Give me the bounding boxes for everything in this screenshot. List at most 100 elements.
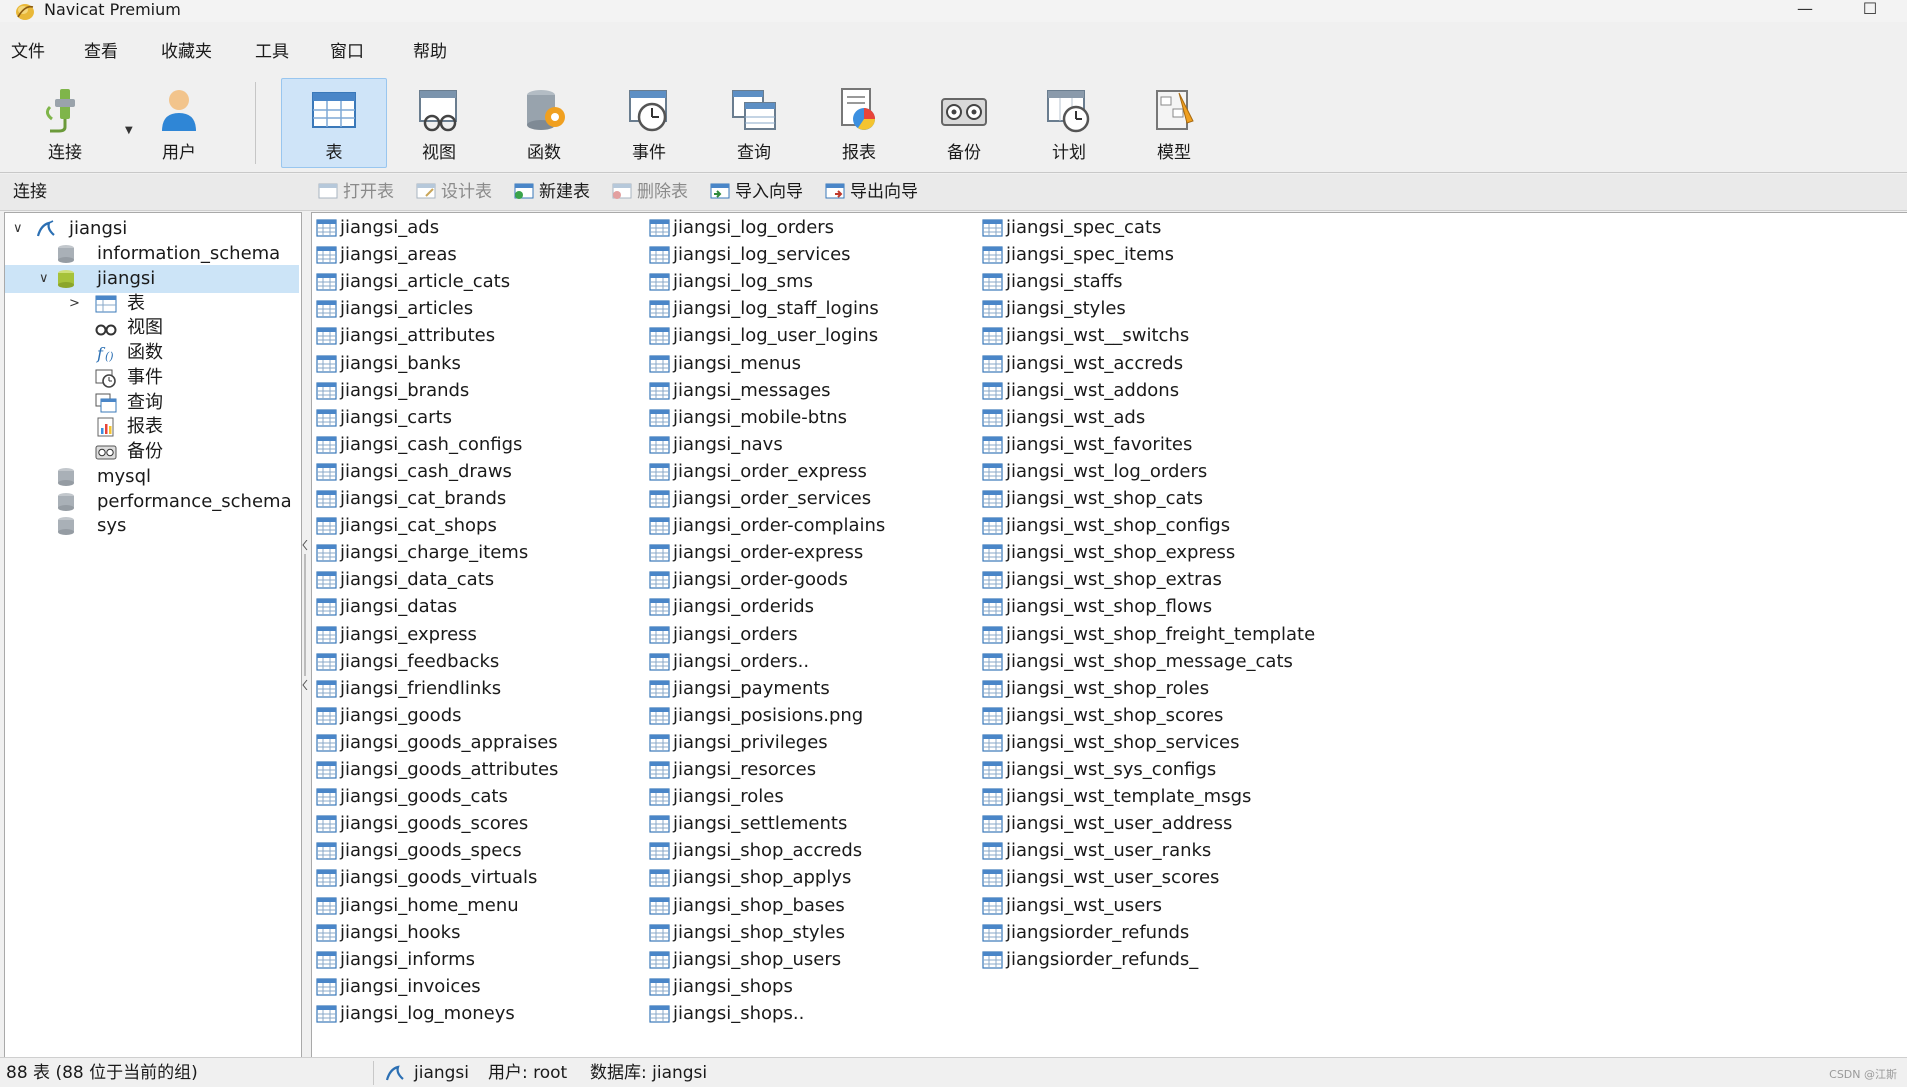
table-icon — [982, 463, 1003, 481]
table-name: jiangsi_cash_draws — [340, 460, 512, 482]
table-icon — [316, 734, 337, 752]
export-wizard-button[interactable]: 导出向导 — [825, 181, 918, 203]
schedule-icon — [1047, 90, 1090, 133]
tree-node-backups[interactable]: 备份 — [5, 438, 299, 466]
tree-db-sys[interactable]: sys — [5, 512, 299, 540]
status-connection: jiangsi — [414, 1063, 470, 1083]
table-name: jiangsi_log_orders — [673, 217, 835, 238]
minimize-button[interactable]: — — [1785, 0, 1825, 22]
schedule-button[interactable]: 计划 — [1016, 78, 1122, 168]
table-name: jiangsi_goods_virtuals — [340, 867, 538, 889]
menu-favorites[interactable]: 收藏夹 — [161, 42, 212, 62]
table-name: jiangsi_wst_shop_configs — [1006, 515, 1231, 537]
table-icon — [316, 680, 337, 698]
design-table-button[interactable]: 设计表 — [416, 181, 492, 203]
table-name: jiangsi_ads — [340, 217, 440, 238]
table-name: jiangsi_goods — [340, 704, 462, 726]
chevron-down-icon[interactable]: ∨ — [39, 272, 49, 286]
table-name: jiangsi_menus — [673, 352, 802, 374]
table-name: jiangsi_mobile-btns — [673, 406, 848, 428]
table-name: jiangsi_navs — [673, 433, 783, 455]
window-title: Navicat Premium — [44, 0, 181, 19]
event-icon — [95, 369, 116, 388]
table-icon — [649, 490, 670, 508]
table-name: jiangsi_resorces — [673, 759, 817, 780]
table-icon — [316, 788, 337, 806]
menu-view[interactable]: 查看 — [84, 42, 118, 62]
view-button[interactable]: 视图 — [386, 78, 492, 168]
table-icon — [316, 896, 337, 915]
table-icon — [649, 625, 670, 644]
table-icon — [982, 409, 1003, 427]
status-bar: 88 表 (88 位于当前的组) jiangsi 用户: root 数据库: j… — [0, 1057, 1907, 1087]
database-open-icon — [58, 270, 74, 288]
new-table-icon — [514, 183, 534, 199]
table-name: jiangsi_staffs — [1006, 271, 1123, 293]
tree-node-functions[interactable]: f() 函数 — [5, 339, 299, 367]
model-button[interactable]: 模型 — [1121, 78, 1227, 168]
table-name: jiangsi_goods_appraises — [340, 731, 558, 753]
table-name: jiangsi_wst_user_scores — [1006, 867, 1220, 889]
tree-node-views[interactable]: 视图 — [5, 314, 299, 342]
menu-file[interactable]: 文件 — [11, 42, 45, 62]
schedule-label: 计划 — [1052, 143, 1086, 163]
menu-help[interactable]: 帮助 — [413, 42, 447, 62]
table-icon — [649, 734, 670, 752]
view-icon — [95, 324, 117, 336]
backup-button[interactable]: 备份 — [911, 78, 1017, 168]
table-name: jiangsi_shops — [673, 975, 793, 997]
table-icon — [316, 327, 337, 345]
table-name: jiangsiorder_refunds — [1006, 921, 1190, 943]
report-button[interactable]: 报表 — [806, 78, 912, 168]
database-icon — [58, 493, 74, 511]
user-button[interactable]: 用户 — [126, 78, 232, 168]
table-icon — [982, 951, 1003, 969]
table-icon — [982, 490, 1003, 508]
table-name: jiangsi_goods_scores — [340, 813, 529, 835]
table-icon — [316, 436, 337, 454]
table-icon — [982, 923, 1003, 942]
table-icon — [316, 571, 337, 589]
table-name: jiangsi_posisions.png — [673, 704, 864, 726]
tree-label: jiangsi — [97, 268, 156, 289]
tree-label: 事件 — [127, 367, 163, 388]
table-icon — [649, 788, 670, 806]
table-button[interactable]: 表 — [281, 78, 387, 168]
table-icon — [649, 1005, 670, 1023]
chevron-right-icon[interactable]: > — [69, 297, 80, 311]
tree-label: jiangsi — [69, 218, 128, 239]
table-name: jiangsi_orders — [673, 623, 798, 645]
function-button[interactable]: 函数 — [491, 78, 597, 168]
table-name: jiangsi_shops.. — [673, 1002, 805, 1024]
tree-node-reports[interactable]: 报表 — [5, 413, 299, 441]
table-name: jiangsi_wst_shop_message_cats — [1006, 650, 1293, 672]
delete-table-button[interactable]: 删除表 — [612, 181, 688, 203]
maximize-button[interactable]: ☐ — [1850, 0, 1890, 22]
table-name: jiangsi_wst_template_msgs — [1006, 786, 1252, 808]
database-icon — [58, 468, 74, 486]
table-name: jiangsi_order_express — [673, 460, 867, 482]
table-name: jiangsi_orders.. — [673, 650, 810, 672]
design-table-label: 设计表 — [441, 182, 492, 202]
menu-window[interactable]: 窗口 — [330, 42, 364, 62]
new-table-button[interactable]: 新建表 — [514, 181, 590, 203]
import-wizard-button[interactable]: 导入向导 — [710, 181, 803, 203]
table-icon — [649, 680, 670, 698]
table-icon — [316, 381, 337, 400]
open-table-button[interactable]: 打开表 — [318, 181, 394, 203]
tree-node-events[interactable]: 事件 — [5, 364, 299, 392]
tree-db-jiangsi[interactable]: ∨ jiangsi — [5, 265, 299, 293]
menu-tools[interactable]: 工具 — [255, 42, 289, 62]
table-icon — [982, 517, 1003, 535]
tree-db-mysql[interactable]: mysql — [5, 463, 299, 491]
chevron-down-icon[interactable]: ∨ — [13, 222, 23, 236]
tree-connection-jiangsi[interactable]: ∨ jiangsi — [5, 215, 299, 243]
tree-label: mysql — [97, 466, 151, 487]
connection-button[interactable]: 连接 ▼ — [12, 78, 133, 168]
table-name: jiangsi_wst_shop_flows — [1006, 596, 1213, 618]
event-button[interactable]: 事件 — [596, 78, 702, 168]
query-button[interactable]: 查询 — [701, 78, 807, 168]
splitter-grip-icon[interactable] — [302, 540, 308, 690]
tree-db-information-schema[interactable]: information_schema — [5, 240, 299, 268]
table-name: jiangsi_wst_shop_extras — [1006, 569, 1222, 591]
